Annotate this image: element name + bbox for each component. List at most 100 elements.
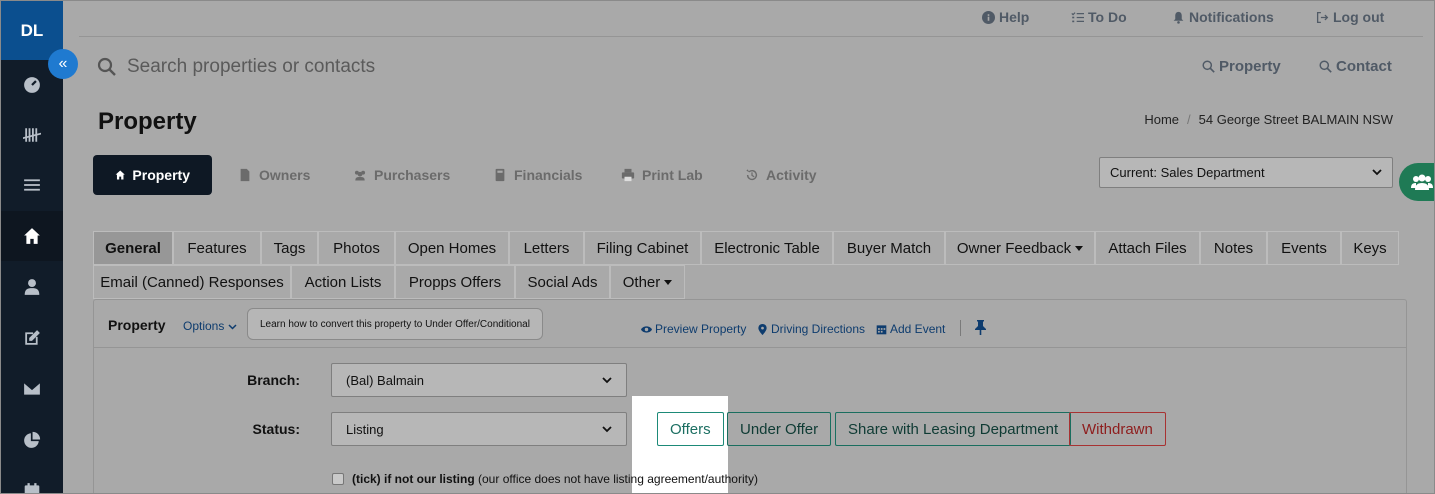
driving-directions-label: Driving Directions bbox=[771, 322, 866, 336]
subtab-email-responses[interactable]: Email (Canned) Responses bbox=[93, 265, 291, 299]
options-label: Options bbox=[183, 319, 225, 333]
todo-link[interactable]: To Do bbox=[1071, 9, 1127, 25]
person-icon bbox=[24, 279, 40, 295]
subtab-tags[interactable]: Tags bbox=[261, 231, 318, 265]
logout-icon bbox=[1316, 11, 1329, 23]
checkbox-suffix: (our office does not have listing agreem… bbox=[478, 472, 758, 486]
search-scope-property-label: Property bbox=[1219, 58, 1281, 75]
driving-directions-link[interactable]: Driving Directions bbox=[757, 322, 865, 336]
top-bar: Help To Do Notifications Log out bbox=[79, 1, 1423, 37]
app-window: DL « Help To Do Notifications Log out Se… bbox=[0, 0, 1435, 494]
department-select[interactable]: Current: Sales Department bbox=[1099, 157, 1393, 188]
subtab-keys[interactable]: Keys bbox=[1341, 231, 1399, 265]
search-icon bbox=[97, 57, 116, 76]
sidebar-collapse-button[interactable]: « bbox=[48, 49, 78, 79]
help-link[interactable]: Help bbox=[982, 9, 1029, 25]
subtab-other[interactable]: Other bbox=[610, 265, 685, 299]
breadcrumb-separator: / bbox=[1187, 112, 1191, 127]
subtab-owner-feedback[interactable]: Owner Feedback bbox=[945, 231, 1095, 265]
preview-property-link[interactable]: Preview Property bbox=[641, 322, 746, 336]
subtab-letters[interactable]: Letters bbox=[509, 231, 584, 265]
branch-select[interactable]: (Bal) Balmain bbox=[331, 363, 627, 397]
search-scope-property[interactable]: Property bbox=[1202, 58, 1281, 75]
logout-label: Log out bbox=[1333, 9, 1385, 25]
sidebar-item-edit[interactable] bbox=[1, 313, 63, 363]
edit-icon bbox=[25, 330, 40, 345]
sidebar-item-calendar[interactable] bbox=[1, 466, 63, 493]
subtab-notes[interactable]: Notes bbox=[1200, 231, 1267, 265]
subtab-photos[interactable]: Photos bbox=[318, 231, 395, 265]
panel-title: Property bbox=[108, 317, 166, 333]
pie-chart-icon bbox=[24, 431, 41, 448]
learn-convert-button[interactable]: Learn how to convert this property to Un… bbox=[247, 308, 543, 340]
divider bbox=[960, 320, 961, 336]
subtab-attach-files[interactable]: Attach Files bbox=[1095, 231, 1200, 265]
branch-select-value: (Bal) Balmain bbox=[346, 372, 425, 388]
search-input[interactable] bbox=[127, 52, 727, 82]
tab-financials[interactable]: Financials bbox=[493, 155, 582, 195]
tab-owners[interactable]: Owners bbox=[238, 155, 310, 195]
tab-property[interactable]: Property bbox=[93, 155, 212, 195]
tab-owners-label: Owners bbox=[259, 167, 311, 183]
info-icon bbox=[982, 10, 995, 24]
not-our-listing-checkbox[interactable] bbox=[332, 473, 344, 485]
logout-link[interactable]: Log out bbox=[1316, 9, 1384, 25]
checkbox-prefix: (tick) bbox=[352, 472, 381, 486]
sidebar-item-reports[interactable] bbox=[1, 415, 63, 465]
withdrawn-button[interactable]: Withdrawn bbox=[1069, 412, 1166, 446]
tab-purchasers[interactable]: Purchasers bbox=[353, 155, 450, 195]
map-marker-icon bbox=[758, 323, 767, 335]
tally-icon bbox=[23, 128, 41, 142]
tab-property-label: Property bbox=[132, 167, 190, 183]
add-event-label: Add Event bbox=[890, 322, 946, 336]
file-icon bbox=[240, 168, 250, 182]
subtab-events[interactable]: Events bbox=[1267, 231, 1341, 265]
main-content: Help To Do Notifications Log out Propert… bbox=[63, 1, 1434, 493]
breadcrumb-home[interactable]: Home bbox=[1144, 112, 1179, 127]
offers-button[interactable]: Offers bbox=[657, 412, 724, 446]
subtab-social-ads[interactable]: Social Ads bbox=[515, 265, 610, 299]
subtab-owner-feedback-label: Owner Feedback bbox=[956, 239, 1072, 257]
search-scope-contact-label: Contact bbox=[1336, 58, 1392, 75]
history-icon bbox=[746, 169, 758, 181]
panel-header: Property Options Learn how to convert th… bbox=[94, 300, 1406, 348]
sidebar-item-home[interactable] bbox=[1, 211, 63, 261]
sidebar-item-mail[interactable] bbox=[1, 364, 63, 414]
subtab-electronic-table[interactable]: Electronic Table bbox=[701, 231, 833, 265]
chevron-down-icon bbox=[602, 376, 612, 383]
team-floating-button[interactable] bbox=[1399, 163, 1434, 201]
search-bar: Property Contact bbox=[79, 38, 1423, 98]
options-dropdown[interactable]: Options bbox=[183, 319, 237, 333]
add-event-link[interactable]: Add Event bbox=[876, 322, 945, 336]
subtab-features[interactable]: Features bbox=[173, 231, 261, 265]
dashboard-icon bbox=[24, 77, 40, 93]
bell-icon bbox=[1173, 11, 1184, 24]
tab-print-lab[interactable]: Print Lab bbox=[621, 155, 703, 195]
sidebar-item-list[interactable] bbox=[1, 160, 63, 210]
status-select[interactable]: Listing bbox=[331, 412, 627, 446]
subtab-buyer-match[interactable]: Buyer Match bbox=[833, 231, 945, 265]
calendar-icon bbox=[876, 324, 887, 334]
notifications-link[interactable]: Notifications bbox=[1172, 9, 1274, 25]
sidebar-item-contacts[interactable] bbox=[1, 262, 63, 312]
eye-icon bbox=[641, 325, 652, 333]
subtab-general[interactable]: General bbox=[93, 231, 173, 265]
tab-activity[interactable]: Activity bbox=[745, 155, 817, 195]
share-leasing-button[interactable]: Share with Leasing Department bbox=[835, 412, 1072, 446]
subtab-filing-cabinet[interactable]: Filing Cabinet bbox=[584, 231, 701, 265]
chevron-down-icon bbox=[1372, 169, 1382, 176]
home-icon bbox=[115, 170, 125, 180]
subtab-open-homes[interactable]: Open Homes bbox=[395, 231, 509, 265]
subtab-action-lists[interactable]: Action Lists bbox=[291, 265, 395, 299]
breadcrumb: Home / 54 George Street BALMAIN NSW bbox=[1144, 112, 1393, 127]
title-bar: Property Home / 54 George Street BALMAIN N… bbox=[63, 98, 1434, 143]
under-offer-button[interactable]: Under Offer bbox=[727, 412, 832, 446]
department-select-value: Current: Sales Department bbox=[1110, 165, 1265, 180]
sidebar-item-tally[interactable] bbox=[1, 110, 63, 160]
subtab-propps-offers[interactable]: Propps Offers bbox=[395, 265, 515, 299]
pin-icon[interactable] bbox=[974, 320, 987, 335]
list-icon bbox=[24, 179, 40, 191]
not-our-listing-row: (tick) if not our listing (our office do… bbox=[332, 472, 758, 486]
calendar-icon bbox=[24, 483, 40, 493]
search-scope-contact[interactable]: Contact bbox=[1319, 58, 1392, 75]
